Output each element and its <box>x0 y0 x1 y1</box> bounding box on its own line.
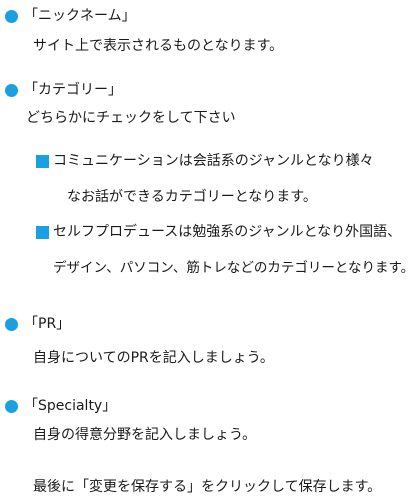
category-instruction: どちらかにチェックをして下さい <box>26 110 236 126</box>
heading-pr: 「PR」 <box>24 316 71 332</box>
bullet-dot-icon <box>5 10 18 23</box>
bullet-dot-icon <box>5 318 18 331</box>
bullet-dot-icon <box>5 400 18 413</box>
category-communication-line-1: コミュニケーションは会話系のジャンルとなり様々 <box>53 153 374 169</box>
heading-nickname: 「ニックネーム」 <box>24 8 136 24</box>
category-self-produce-line-1: セルフプロデュースは勉強系のジャンルとなり外国語、 <box>53 224 402 240</box>
footer-save-instruction: 最後に「変更を保存する」をクリックして保存します。 <box>33 479 382 495</box>
heading-specialty: 「Specialty」 <box>24 398 117 414</box>
category-self-produce-line-2: デザイン、パソコン、筋トレなどのカテゴリーとなります。 <box>53 260 415 276</box>
square-bullet-icon <box>36 155 49 168</box>
square-bullet-icon <box>36 226 49 239</box>
bullet-dot-icon <box>5 84 18 97</box>
specialty-description: 自身の得意分野を記入しましょう。 <box>33 427 257 443</box>
nickname-description: サイト上で表示されるものとなります。 <box>33 38 284 54</box>
category-communication-line-2: なお話ができるカテゴリーとなります。 <box>67 189 317 205</box>
pr-description: 自身についてのPRを記入しましょう。 <box>33 350 274 366</box>
heading-category: 「カテゴリー」 <box>24 82 122 98</box>
